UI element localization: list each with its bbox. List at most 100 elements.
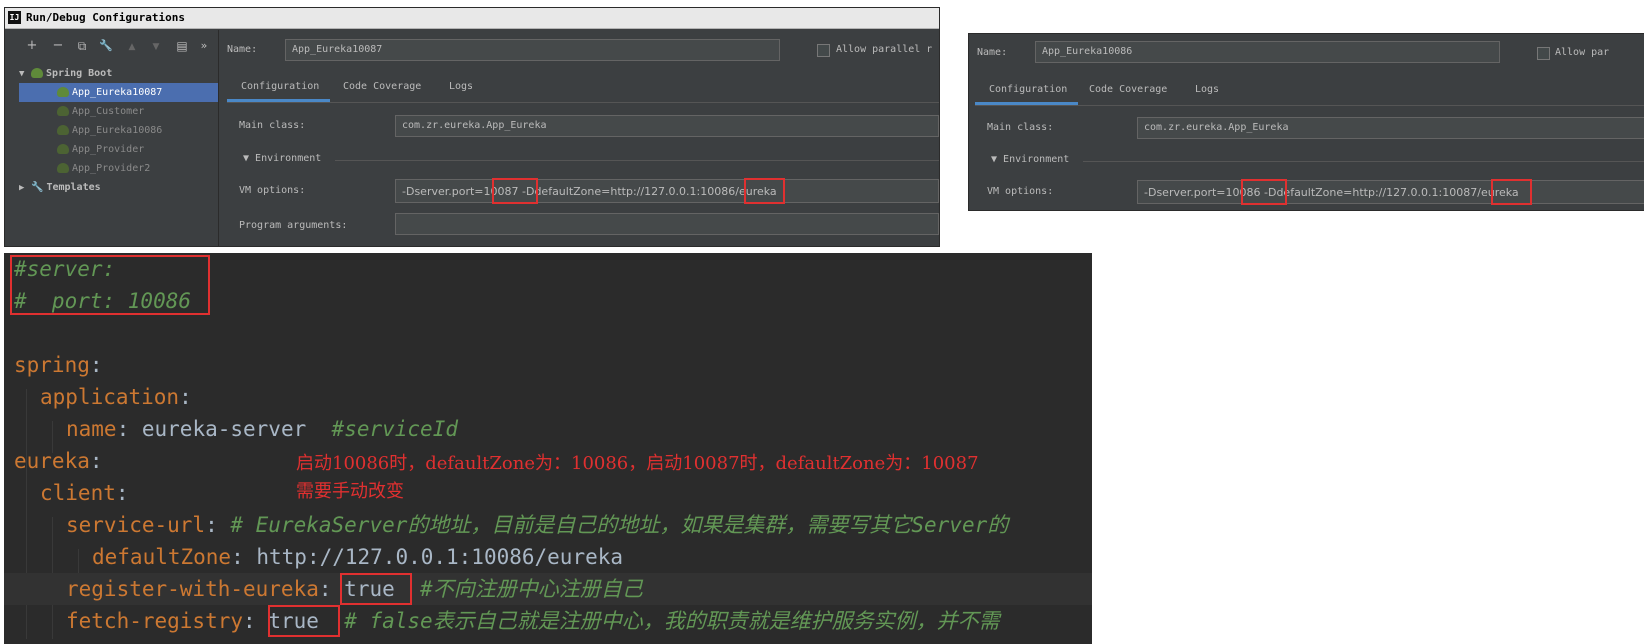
spring-boot-app-icon [57, 163, 69, 173]
name-label: Name: [977, 47, 1008, 58]
yaml-value: eureka-server [141, 417, 307, 441]
yaml-key: application [40, 385, 180, 409]
move-up-button[interactable]: ▲ [123, 39, 141, 57]
code-line-service-url: service-url: # EurekaServer的地址，目前是自己的地址，… [66, 513, 1009, 537]
expand-arrow-icon: ▼ [19, 69, 25, 79]
allow-parallel-checkbox[interactable] [1537, 47, 1550, 60]
code-line-client: client: [40, 481, 129, 505]
vm-options-input[interactable]: -Dserver.port=10086 -DdefaultZone=http:/… [1137, 180, 1644, 204]
environment-divider [1083, 161, 1644, 162]
collapse-arrow-icon: ▶ [19, 183, 25, 193]
tabs-divider [975, 105, 1644, 106]
defaultzone-port-highlight-box [744, 178, 785, 204]
collapse-arrow-icon: ▼ [991, 154, 1004, 165]
port-highlight-box [1241, 179, 1287, 205]
tab-configuration[interactable]: Configuration [989, 84, 1067, 95]
environment-divider [335, 160, 939, 161]
fetch-true-highlight-box [268, 605, 340, 637]
comment: # EurekaServer的地址，目前是自己的地址，如果是集群，需要写其它Se… [230, 513, 1009, 537]
annotation-note-line-2: 需要手动改变 [296, 481, 404, 502]
name-label: Name: [227, 44, 258, 55]
name-input[interactable]: App_Eureka10086 [1035, 41, 1500, 63]
spring-boot-app-icon [57, 144, 69, 154]
tree-group-label: Templates [46, 182, 101, 193]
yaml-key: client [40, 481, 116, 505]
allow-parallel-label: Allow par [1555, 47, 1610, 58]
name-input[interactable]: App_Eureka10087 [285, 39, 780, 61]
tree-item-app-customer[interactable]: App_Customer [19, 102, 219, 121]
tree-item-app-provider[interactable]: App_Provider [19, 140, 219, 159]
tree-item-app-provider2[interactable]: App_Provider2 [19, 159, 219, 178]
register-true-highlight-box [340, 573, 412, 605]
tree-item-label: App_Provider [72, 144, 145, 155]
tree-item-app-eureka10087[interactable]: App_Eureka10087 [19, 83, 219, 102]
yaml-key: spring [14, 353, 90, 377]
main-class-label: Main class: [239, 120, 306, 131]
yaml-editor[interactable]: #server: # port: 10086 spring: applicati… [4, 253, 1092, 644]
yaml-key: name [66, 417, 117, 441]
main-class-input[interactable]: com.zr.eureka.App_Eureka [1137, 117, 1644, 139]
yaml-key: fetch-registry [66, 609, 244, 633]
folder-icon[interactable]: ▤ [173, 38, 191, 56]
tree-item-label: App_Provider2 [72, 163, 151, 174]
allow-parallel-label: Allow parallel r [836, 44, 933, 55]
code-line-eureka: eureka: [14, 449, 103, 473]
comment: #serviceId [331, 417, 458, 441]
collapse-arrow-icon: ▼ [243, 153, 256, 164]
vm-options-label: VM options: [239, 185, 306, 196]
server-comment-highlight-box [10, 255, 210, 315]
main-class-label: Main class: [987, 122, 1054, 133]
spring-boot-icon [31, 68, 43, 78]
defaultzone-port-highlight-box [1491, 179, 1532, 205]
wrench-icon: 🔧 [31, 182, 44, 193]
tree-group-templates[interactable]: ▶ 🔧 Templates [19, 178, 219, 197]
environment-section-toggle[interactable]: ▼ Environment [243, 153, 321, 164]
intellij-logo-icon: IJ [8, 11, 21, 24]
program-arguments-label: Program arguments: [239, 220, 348, 231]
tree-group-label: Spring Boot [46, 68, 113, 79]
code-line-spring: spring: [14, 353, 103, 377]
allow-parallel-checkbox[interactable] [817, 44, 830, 57]
tree-group-spring-boot[interactable]: ▼ Spring Boot [19, 64, 219, 83]
tab-code-coverage[interactable]: Code Coverage [343, 81, 421, 92]
tab-configuration[interactable]: Configuration [241, 81, 319, 92]
run-debug-dialog: IJ Run/Debug Configurations + − ⧉ 🔧 ▲ ▼ … [4, 7, 940, 247]
panel-divider [218, 30, 219, 246]
tree-item-label: App_Customer [72, 106, 145, 117]
edit-defaults-wrench-icon[interactable]: 🔧 [97, 38, 115, 56]
run-debug-dialog-second: Name: App_Eureka10086 Allow par Configur… [968, 33, 1644, 211]
tab-logs[interactable]: Logs [1195, 84, 1219, 95]
spring-boot-app-icon [57, 125, 69, 135]
yaml-key: defaultZone [92, 545, 232, 569]
comment: #不向注册中心注册自己 [420, 577, 643, 601]
vm-options-input[interactable]: -Dserver.port=10087 -DdefaultZone=http:/… [395, 179, 939, 203]
tree-item-label: App_Eureka10087 [72, 87, 163, 98]
dialog-title-bar: IJ Run/Debug Configurations [5, 8, 939, 29]
tabs-divider [227, 102, 939, 103]
tab-code-coverage[interactable]: Code Coverage [1089, 84, 1167, 95]
yaml-key: service-url [66, 513, 206, 537]
code-line-defaultzone: defaultZone: http://127.0.0.1:10086/eure… [92, 545, 624, 569]
code-line-application: application: [40, 385, 192, 409]
remove-configuration-button[interactable]: − [49, 38, 67, 56]
spring-boot-app-icon [57, 87, 69, 97]
environment-label: Environment [1003, 154, 1070, 165]
annotation-note-line-1: 启动10086时，defaultZone为：10086，启动10087时，def… [296, 453, 979, 474]
add-configuration-button[interactable]: + [23, 38, 41, 56]
main-class-input[interactable]: com.zr.eureka.App_Eureka [395, 115, 939, 137]
comment: # false表示自己就是注册中心，我的职责就是维护服务实例，并不需 [344, 609, 1000, 633]
program-arguments-input[interactable] [395, 213, 939, 235]
tree-item-label: App_Eureka10086 [72, 125, 163, 136]
move-down-button[interactable]: ▼ [147, 39, 165, 57]
more-chevron-icon[interactable]: » [195, 38, 213, 56]
tab-logs[interactable]: Logs [449, 81, 473, 92]
port-highlight-box [492, 178, 538, 204]
yaml-key: register-with-eureka [66, 577, 319, 601]
vm-options-label: VM options: [987, 186, 1054, 197]
dialog-title: Run/Debug Configurations [26, 11, 185, 24]
yaml-value: http://127.0.0.1:10086/eureka [256, 545, 624, 569]
copy-configuration-button[interactable]: ⧉ [73, 38, 91, 56]
tree-item-app-eureka10086[interactable]: App_Eureka10086 [19, 121, 219, 140]
yaml-key: eureka [14, 449, 90, 473]
environment-section-toggle[interactable]: ▼ Environment [991, 154, 1069, 165]
